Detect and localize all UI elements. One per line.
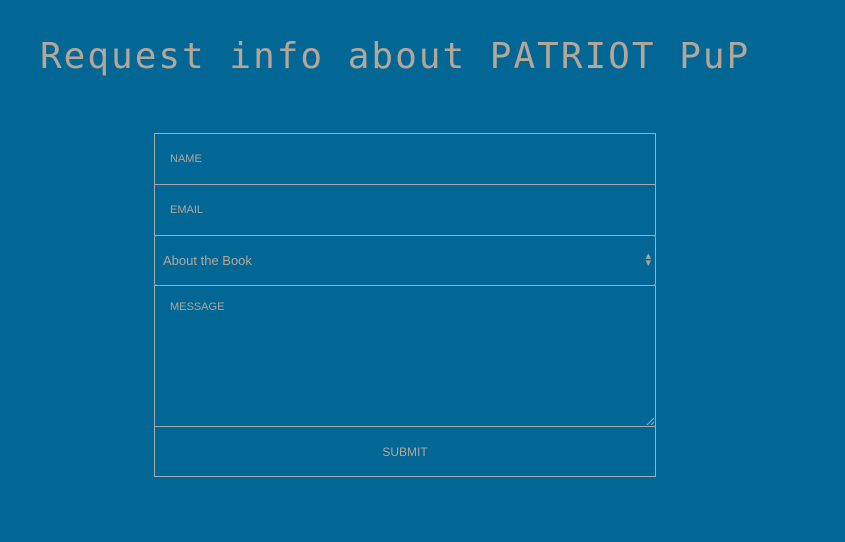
- page-title: Request info about PATRIOT PuP: [40, 36, 751, 77]
- subject-select-value: About the Book: [163, 253, 252, 268]
- name-field[interactable]: [154, 133, 656, 185]
- message-field[interactable]: [154, 285, 656, 427]
- submit-button[interactable]: SUBMIT: [154, 426, 656, 477]
- updown-arrows-icon: ▲ ▼: [645, 252, 651, 267]
- subject-select[interactable]: About the Book ▲ ▼: [154, 235, 656, 286]
- email-field[interactable]: [154, 184, 656, 236]
- contact-form: About the Book ▲▼ SUBMIT: [154, 133, 656, 477]
- resize-handle-icon[interactable]: [646, 417, 654, 425]
